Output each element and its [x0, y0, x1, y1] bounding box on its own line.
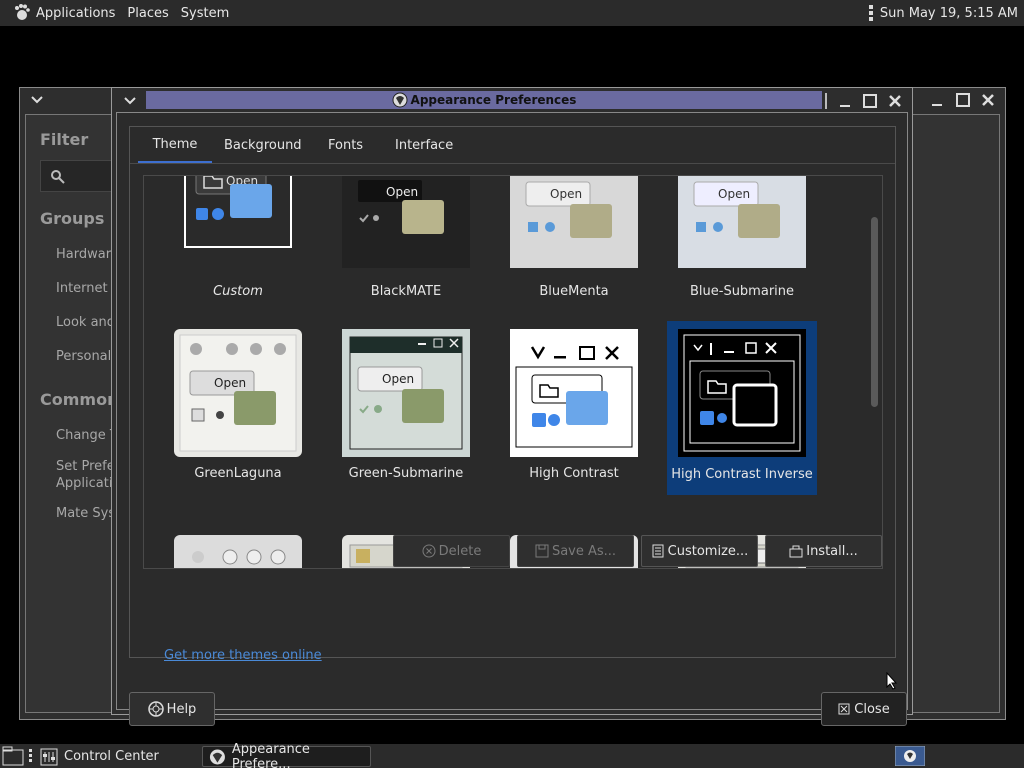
- window-menu-chevron-icon[interactable]: [122, 93, 138, 109]
- close-icon[interactable]: [980, 92, 996, 108]
- theme-item-greenlaguna[interactable]: Open GreenLaguna: [163, 329, 313, 504]
- theme-item-custom[interactable]: Open Custom: [163, 176, 313, 315]
- close-label: Close: [854, 701, 890, 717]
- theme-preview-bluementa: Open: [510, 176, 638, 268]
- customize-icon: [652, 544, 664, 558]
- save-icon: [535, 544, 549, 558]
- task-control-center[interactable]: Control Center: [34, 746, 198, 767]
- theme-notebook: Theme Background Fonts Interface Open Cu…: [129, 126, 896, 658]
- maximize-icon[interactable]: [955, 92, 971, 108]
- svg-text:Open: Open: [386, 185, 418, 199]
- close-button[interactable]: Close: [821, 692, 907, 726]
- show-desktop-icon[interactable]: [2, 746, 24, 766]
- control-center-icon: [40, 748, 58, 765]
- delete-icon: [422, 544, 436, 558]
- dialog-title: Appearance Preferences: [410, 93, 577, 107]
- theme-label-high-contrast-inverse: High Contrast Inverse: [671, 467, 813, 482]
- help-button[interactable]: Help: [129, 692, 215, 726]
- tab-interface[interactable]: Interface: [395, 127, 453, 163]
- theme-label-blue-submarine: Blue-Submarine: [689, 284, 795, 299]
- theme-label-high-contrast: High Contrast: [529, 466, 619, 481]
- common-task-change-theme[interactable]: Change T: [56, 428, 118, 443]
- theme-label-greenlaguna: GreenLaguna: [194, 466, 282, 481]
- install-label: Install...: [806, 543, 858, 559]
- tab-theme[interactable]: Theme: [138, 127, 212, 163]
- tab-fonts[interactable]: Fonts: [328, 127, 363, 163]
- theme-list: Open Custom Open BlackMATE Open BlueMent…: [143, 175, 883, 569]
- group-hardware[interactable]: Hardware: [56, 247, 119, 262]
- theme-label-green-submarine: Green-Submarine: [348, 466, 464, 481]
- svg-text:Open: Open: [214, 376, 246, 390]
- svg-text:Open: Open: [382, 372, 414, 386]
- svg-text:Open: Open: [718, 187, 750, 201]
- theme-preview-blue-submarine: Open: [678, 176, 806, 268]
- theme-preview-high-contrast: [510, 329, 638, 457]
- minimize-icon[interactable]: [929, 92, 945, 108]
- places-menu[interactable]: Places: [121, 0, 174, 26]
- theme-item-blackmate[interactable]: Open BlackMATE: [331, 176, 481, 315]
- close-x-icon: [838, 703, 850, 715]
- theme-item-high-contrast-inverse[interactable]: High Contrast Inverse: [667, 321, 817, 495]
- theme-label-custom: Custom: [213, 284, 263, 299]
- help-label: Help: [166, 701, 197, 717]
- top-panel: Applications Places System Sun May 19, 5…: [0, 0, 1024, 26]
- customize-button[interactable]: Customize...: [641, 535, 758, 567]
- dialog-body: Theme Background Fonts Interface Open Cu…: [116, 112, 908, 726]
- theme-list-scrollbar[interactable]: [871, 217, 878, 407]
- close-icon[interactable]: [887, 93, 903, 109]
- theme-preview-custom: Open: [174, 176, 302, 268]
- appearance-app-icon: [392, 92, 408, 108]
- applications-label: Applications: [36, 5, 116, 21]
- appearance-task-icon: [209, 749, 225, 764]
- theme-item-bluementa[interactable]: Open BlueMenta: [499, 176, 649, 315]
- task-control-center-label: Control Center: [64, 749, 159, 764]
- more-themes-link[interactable]: Get more themes online: [164, 648, 322, 663]
- theme-preview-high-contrast-inverse: [678, 329, 806, 457]
- theme-label-blackmate: BlackMATE: [370, 284, 442, 299]
- filter-heading: Filter: [40, 130, 89, 149]
- appearance-preferences-dialog: Appearance Preferences Theme Background …: [111, 87, 913, 726]
- delete-button[interactable]: Delete: [393, 535, 510, 567]
- theme-item-green-submarine[interactable]: Open Green-Submarine: [331, 329, 481, 504]
- delete-label: Delete: [438, 543, 482, 559]
- clock[interactable]: Sun May 19, 5:15 AM: [880, 6, 1018, 21]
- install-button[interactable]: Install...: [765, 535, 882, 567]
- common-task-set-preferred[interactable]: Set Prefe: [56, 459, 115, 474]
- install-icon: [789, 545, 803, 558]
- mouse-pointer-icon: [886, 672, 898, 690]
- save-as-label: Save As...: [551, 543, 617, 559]
- task-appearance-label: Appearance Prefere...: [231, 741, 310, 768]
- tab-background[interactable]: Background: [224, 127, 302, 163]
- bottom-panel: Control Center Appearance Prefere...: [0, 742, 1024, 768]
- search-input[interactable]: [40, 160, 112, 192]
- save-as-button[interactable]: Save As...: [517, 535, 634, 567]
- foot-icon: [15, 4, 30, 20]
- window-menu-chevron-icon[interactable]: [29, 92, 45, 108]
- vertical-dots-icon[interactable]: [868, 4, 874, 22]
- group-personal[interactable]: Personal: [56, 349, 111, 364]
- minimize-icon[interactable]: [837, 93, 853, 109]
- help-icon: [147, 701, 164, 717]
- theme-label-bluementa: BlueMenta: [539, 284, 609, 299]
- workspace-switcher-icon[interactable]: [895, 746, 925, 766]
- groups-heading: Groups: [40, 209, 105, 228]
- tab-divider: [130, 163, 895, 164]
- top-right-area: Sun May 19, 5:15 AM: [868, 0, 1018, 26]
- title-separator: [825, 93, 827, 109]
- dialog-title-bar[interactable]: Appearance Preferences: [146, 91, 822, 109]
- theme-preview-greenlaguna: Open: [174, 329, 302, 457]
- theme-item-high-contrast[interactable]: High Contrast: [499, 329, 649, 504]
- theme-item-blue-submarine[interactable]: Open Blue-Submarine: [667, 176, 817, 315]
- svg-text:Open: Open: [550, 187, 582, 201]
- theme-preview-row3-1[interactable]: [174, 535, 302, 569]
- customize-label: Customize...: [667, 543, 749, 559]
- system-menu[interactable]: System: [175, 0, 235, 26]
- search-icon: [51, 170, 65, 184]
- maximize-icon[interactable]: [862, 93, 878, 109]
- theme-preview-blackmate: Open: [342, 176, 470, 268]
- applications-menu[interactable]: Applications: [6, 0, 121, 26]
- group-look-and-feel[interactable]: Look and: [56, 315, 115, 330]
- theme-preview-green-submarine: Open: [342, 329, 470, 457]
- task-appearance-preferences[interactable]: Appearance Prefere...: [202, 742, 371, 768]
